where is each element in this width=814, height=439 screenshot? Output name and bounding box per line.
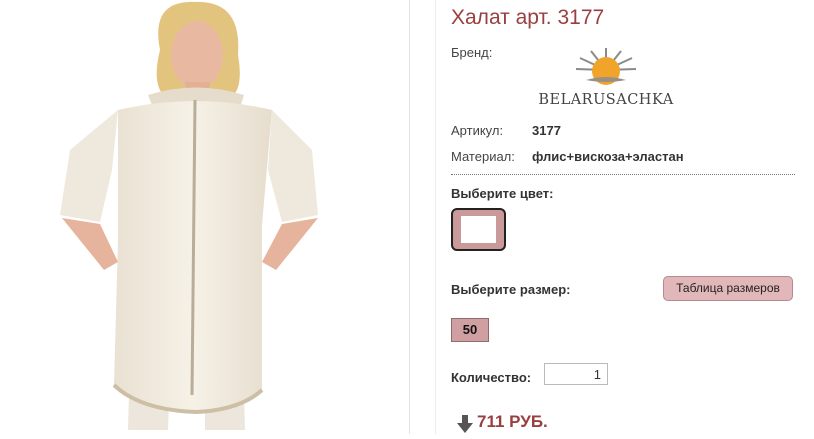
product-photo-illustration [60, 1, 318, 430]
panel-divider [409, 0, 410, 434]
brand-label: Бренд: [451, 45, 493, 60]
quantity-input[interactable] [544, 363, 608, 385]
arrow-down-icon [457, 415, 473, 433]
color-select-label: Выберите цвет: [451, 186, 554, 201]
size-table-button[interactable]: Таблица размеров [663, 276, 793, 301]
material-value: флис+вискоза+эластан [532, 149, 684, 164]
sku-label: Артикул: [451, 123, 504, 138]
sun-icon [575, 48, 637, 85]
sku-value: 3177 [532, 123, 561, 138]
quantity-label: Количество: [451, 370, 532, 385]
section-divider [451, 174, 795, 175]
brand-wordmark: BELARUSACHKA [538, 92, 674, 108]
price-value: 711 РУБ. [477, 412, 548, 431]
size-option-50[interactable]: 50 [451, 318, 489, 342]
color-swatch-fill [461, 216, 496, 243]
product-photo[interactable] [0, 0, 410, 434]
color-swatch-white[interactable] [451, 208, 506, 251]
product-title: Халат арт. 3177 [451, 6, 605, 29]
panel-divider-inner [435, 0, 436, 434]
material-label: Материал: [451, 149, 515, 164]
brand-logo[interactable]: BELARUSACHKA [531, 44, 681, 114]
size-select-label: Выберите размер: [451, 282, 571, 297]
